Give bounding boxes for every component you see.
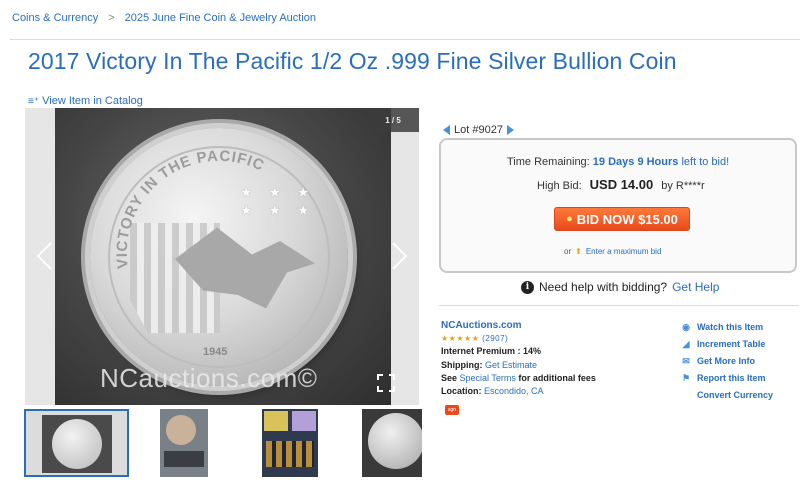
high-bid-label: High Bid: <box>537 180 582 192</box>
premium-label: Internet Premium : <box>441 346 521 357</box>
bid-now-label: BID NOW $15.00 <box>576 211 678 227</box>
thumbnail-3-coins <box>266 441 314 467</box>
convert-currency-label: Convert Currency <box>697 389 774 400</box>
right-divider <box>439 305 799 306</box>
coin-photo[interactable]: ★ ★ ★ ★ ★ ★ VICTORY IN THE PACIFIC 1945 N… <box>55 108 391 405</box>
shipping-badge-icon: sgn <box>445 405 459 415</box>
page-title: 2017 Victory In The Pacific 1/2 Oz .999 … <box>28 48 677 74</box>
thumbnail-3-card-b <box>292 411 316 431</box>
help-text: Need help with bidding? <box>539 280 668 294</box>
previous-image-arrow-icon[interactable] <box>35 241 53 271</box>
watch-item-action[interactable]: ◉ Watch this Item <box>681 318 773 335</box>
high-bid-amount: USD 14.00 <box>589 177 654 192</box>
svg-text:VICTORY IN THE PACIFIC: VICTORY IN THE PACIFIC <box>114 148 268 270</box>
terms-prefix: See <box>441 372 458 383</box>
time-remaining-row: Time Remaining: 19 Days 9 Hours left to … <box>507 156 729 168</box>
next-image-arrow-icon[interactable] <box>391 241 409 271</box>
thumbnail-2-scale <box>164 451 204 467</box>
flag-icon: ⚑ <box>681 373 691 383</box>
top-divider <box>10 39 800 40</box>
coin-legend-text: VICTORY IN THE PACIFIC <box>114 148 267 270</box>
thumbnail-4[interactable] <box>362 409 422 477</box>
location-value: Escondido, CA <box>484 386 544 397</box>
thumbnail-1-coin <box>52 419 102 469</box>
view-in-catalog-label: View Item in Catalog <box>42 95 143 107</box>
breadcrumb-separator: > <box>108 12 115 24</box>
terms-row: See Special Terms for additional fees <box>441 372 596 385</box>
thumbnail-1-photo <box>42 415 112 473</box>
report-item-label: Report this Item <box>697 372 766 383</box>
more-info-action[interactable]: ✉ Get More Info <box>681 352 773 369</box>
time-remaining-label: Time Remaining: <box>507 156 590 168</box>
watch-item-label: Watch this Item <box>697 321 764 332</box>
rating-count: (2907) <box>482 334 509 344</box>
lightbulb-icon: ● <box>566 213 573 225</box>
coin-image: ★ ★ ★ ★ ★ ★ VICTORY IN THE PACIFIC 1945 <box>90 128 348 386</box>
thumbnail-strip <box>24 409 424 479</box>
time-remaining-suffix: left to bid! <box>681 156 730 168</box>
enter-max-bid-link[interactable]: Enter a maximum bid <box>586 247 662 256</box>
thumbnail-3[interactable] <box>262 409 318 477</box>
lot-navigation: Lot #9027 <box>443 124 514 136</box>
image-counter: 1 / 5 <box>367 108 419 132</box>
terms-suffix: for additional fees <box>518 372 596 383</box>
breadcrumb-auction[interactable]: 2025 June Fine Coin & Jewelry Auction <box>125 12 316 24</box>
eye-icon: ◉ <box>682 322 690 332</box>
premium-row: Internet Premium : 14% <box>441 345 596 358</box>
fullscreen-icon[interactable] <box>377 374 395 392</box>
next-lot-arrow-icon[interactable] <box>506 125 514 135</box>
increment-table-label: Increment Table <box>697 338 766 349</box>
breadcrumb-coins-currency[interactable]: Coins & Currency <box>12 12 98 24</box>
location-label: Location: <box>441 386 482 397</box>
high-bid-bidder: by R****r <box>661 180 705 192</box>
convert-currency-action[interactable]: Convert Currency <box>681 386 773 403</box>
thumbnail-2[interactable] <box>160 409 208 477</box>
breadcrumb: Coins & Currency > 2025 June Fine Coin &… <box>12 12 316 24</box>
shipping-estimate-link[interactable]: Get Estimate <box>485 360 537 370</box>
coin-year: 1945 <box>203 346 228 358</box>
view-in-catalog-link[interactable]: ≡⁺ View Item in Catalog <box>28 95 143 107</box>
triangle-icon: ◢ <box>682 339 690 349</box>
seller-rating[interactable]: ★★★★★ (2907) <box>441 332 596 345</box>
list-plus-icon: ≡⁺ <box>28 95 40 107</box>
thumbnail-4-coin <box>368 413 422 469</box>
get-help-link[interactable]: Get Help <box>672 280 719 294</box>
bidding-help-row: i Need help with bidding? Get Help <box>521 280 719 294</box>
time-remaining-value: 19 Days 9 Hours <box>592 156 679 168</box>
main-image-viewer[interactable]: ★ ★ ★ ★ ★ ★ VICTORY IN THE PACIFIC 1945 N… <box>25 108 419 405</box>
shipping-label: Shipping: <box>441 359 483 370</box>
seller-info: NCAuctions.com ★★★★★ (2907) Internet Pre… <box>441 319 596 398</box>
lot-number: Lot #9027 <box>454 124 503 136</box>
up-arrow-icon: ⬆ <box>575 247 582 256</box>
bid-now-button[interactable]: ● BID NOW $15.00 <box>554 207 690 231</box>
thumbnail-3-card-a <box>264 411 288 431</box>
info-icon: i <box>521 280 534 294</box>
previous-lot-arrow-icon[interactable] <box>443 125 450 135</box>
location-row: Location: Escondido, CA <box>441 385 596 398</box>
envelope-icon: ✉ <box>682 356 690 366</box>
thumbnail-2-hand <box>166 415 196 445</box>
special-terms-link[interactable]: Special Terms <box>460 373 516 383</box>
watermark: NCauctions.com© <box>100 363 318 393</box>
max-bid-prefix: or <box>564 247 572 256</box>
bid-panel: Time Remaining: 19 Days 9 Hours left to … <box>439 138 797 273</box>
thumbnail-1[interactable] <box>24 409 129 477</box>
rating-stars-icon: ★★★★★ <box>441 334 480 344</box>
item-actions: ◉ Watch this Item ◢ Increment Table ✉ Ge… <box>681 318 773 403</box>
premium-value: 14% <box>523 346 542 357</box>
max-bid-row: or ⬆ Enter a maximum bid <box>564 247 661 256</box>
increment-table-action[interactable]: ◢ Increment Table <box>681 335 773 352</box>
more-info-label: Get More Info <box>697 355 755 366</box>
high-bid-row: High Bid: USD 14.00 by R****r <box>537 177 705 192</box>
report-item-action[interactable]: ⚑ Report this Item <box>681 369 773 386</box>
shipping-row: Shipping: Get Estimate <box>441 359 596 372</box>
seller-name-link[interactable]: NCAuctions.com <box>441 320 522 331</box>
